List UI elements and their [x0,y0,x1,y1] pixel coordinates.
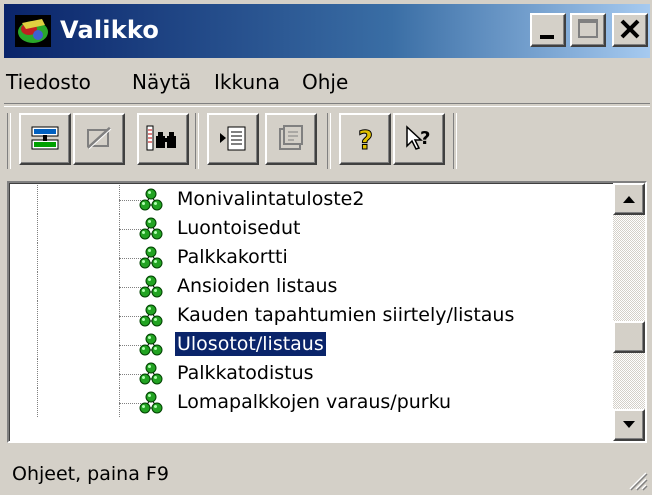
title-bar[interactable]: Valikko [4,4,650,58]
tree-guide-line [37,388,38,417]
tree-item-label[interactable]: Monivalintatuloste2 [175,187,366,211]
tree-guide-line [37,214,38,243]
tree-branch-line [119,374,141,375]
tree-view-icon [31,126,59,150]
tree-item-label[interactable]: Palkkakortti [175,245,290,269]
tree-branch-line [119,229,141,230]
vertical-scrollbar[interactable] [613,183,645,441]
tree-item-label[interactable]: Kauden tapahtumien siirtely/listaus [175,303,516,327]
help-question-icon: ? [358,126,374,155]
tree-branch-line [119,345,141,346]
valikko-window: Valikko Tiedosto Näytä Ikkuna Ohje ? ? M… [0,0,652,495]
maximize-button[interactable] [570,13,606,47]
arrow-up-icon [623,196,635,203]
tree-item[interactable]: Monivalintatuloste2 [9,185,609,214]
maximize-icon [578,19,598,38]
tree-item[interactable]: Palkkakortti [9,243,609,272]
menu-tiedosto[interactable]: Tiedosto [6,70,91,94]
svg-text:?: ? [420,128,430,149]
tree-view[interactable]: Monivalintatuloste2 Luontoisedut Palkkakor… [7,181,647,443]
tree-item[interactable]: Luontoisedut [9,214,609,243]
find-button[interactable] [137,113,189,165]
tree-guide-line [37,301,38,330]
menu-nayta[interactable]: Näytä [132,70,191,94]
scroll-down-button[interactable] [613,409,645,441]
minimize-icon [540,35,554,39]
close-button[interactable] [612,13,648,47]
find-icon [146,125,176,151]
help-button[interactable]: ? [339,113,391,165]
indent-list-button[interactable] [207,113,259,165]
tree-item-label[interactable]: Luontoisedut [175,216,302,240]
tree-item[interactable]: Ulosotot/listaus [9,330,609,359]
green-molecule-icon [139,333,163,357]
status-bar: Ohjeet, paina F9 [4,453,650,493]
tree-item[interactable]: Kauden tapahtumien siirtely/listaus [9,301,609,330]
menu-bar: Tiedosto Näytä Ikkuna Ohje [4,61,650,101]
tree-item[interactable]: Palkkatodistus [9,359,609,388]
tree-branch-line [119,316,141,317]
green-molecule-icon [139,362,163,386]
tree-item[interactable]: Lomapalkkojen varaus/purku [9,388,609,417]
tree-item-label[interactable]: Ansioiden listaus [175,274,339,298]
svg-text:?: ? [358,126,373,154]
tree-item-label[interactable]: Ulosotot/listaus [174,331,327,357]
tree-item-label[interactable]: Palkkatodistus [175,361,316,385]
green-molecule-icon [139,217,163,241]
tree-item-label[interactable]: Lomapalkkojen varaus/purku [175,390,453,414]
indent-list-icon [220,126,246,151]
toolbar-divider-3 [453,113,457,169]
context-help-button[interactable]: ? [393,113,445,165]
menu-ikkuna[interactable]: Ikkuna [214,70,280,94]
arrow-down-icon [623,421,635,428]
tree-guide-line [37,330,38,359]
toolbar-grip [7,113,11,169]
toolbar-divider [195,113,199,169]
context-help-icon: ? [406,125,430,150]
window-title: Valikko [60,16,160,44]
minimize-button[interactable] [530,13,566,47]
toolbar-divider-2 [327,113,331,169]
tree-branch-line [119,258,141,259]
properties-icon [279,125,303,150]
green-molecule-icon [139,188,163,212]
tree-view-button[interactable] [19,113,71,165]
tree-guide-line [37,359,38,388]
green-molecule-icon [139,391,163,415]
status-text: Ohjeet, paina F9 [12,463,169,485]
tree-item[interactable]: Ansioiden listaus [9,272,609,301]
toolbar-separator [4,103,650,107]
tree-guide-line [37,243,38,272]
disabled-view-icon [86,126,112,150]
scroll-thumb[interactable] [613,321,645,353]
properties-button[interactable] [265,113,317,165]
resize-grip-icon[interactable] [624,467,648,491]
tree-guide-line [37,272,38,301]
close-icon [620,19,640,39]
toolbar: ? ? [7,113,647,171]
app-icon[interactable] [14,13,52,49]
tree-branch-line [119,200,141,201]
green-molecule-icon [139,246,163,270]
tree-guide-line [37,185,38,214]
green-molecule-icon [139,304,163,328]
menu-ohje[interactable]: Ohje [302,70,348,94]
tree-branch-line [119,403,141,404]
disabled-view-button[interactable] [73,113,125,165]
tree-branch-line [119,287,141,288]
scroll-up-button[interactable] [613,183,645,215]
green-molecule-icon [139,275,163,299]
